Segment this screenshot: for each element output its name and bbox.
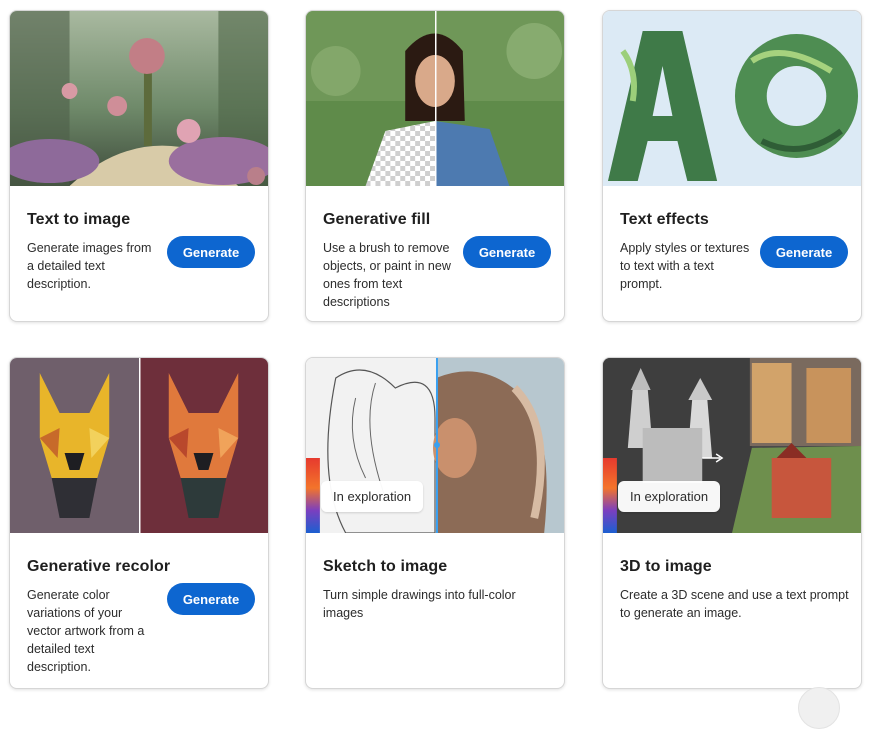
card-description: Generate images from a detailed text des… <box>27 241 152 291</box>
card-description: Generate color variations of your vector… <box>27 588 145 674</box>
card-description: Turn simple drawings into full-color ima… <box>323 588 516 620</box>
card-title: Generative recolor <box>27 558 171 575</box>
generate-button[interactable]: Generate <box>167 583 255 615</box>
card-title: Text to image <box>27 211 131 228</box>
card-generative-recolor[interactable]: Generative recolor Generate color variat… <box>9 357 269 689</box>
generate-button[interactable]: Generate <box>167 236 255 268</box>
generative-recolor-thumbnail[interactable] <box>10 358 268 533</box>
card-sketch-to-image[interactable]: In exploration Sketch to image Turn simp… <box>305 357 565 689</box>
in-exploration-badge: In exploration <box>618 481 721 512</box>
generative-fill-thumbnail[interactable] <box>306 11 564 186</box>
text-to-image-thumbnail[interactable] <box>10 11 268 186</box>
card-title: Sketch to image <box>323 558 448 575</box>
in-exploration-badge: In exploration <box>321 481 424 512</box>
generate-button[interactable]: Generate <box>463 236 551 268</box>
card-description: Apply styles or textures to text with a … <box>620 241 750 291</box>
text-effects-thumbnail[interactable] <box>603 11 861 186</box>
card-description: Use a brush to remove objects, or paint … <box>323 241 451 309</box>
generate-button[interactable]: Generate <box>760 236 848 268</box>
card-title: Generative fill <box>323 211 431 228</box>
card-3d-to-image[interactable]: In exploration 3D to image Create a 3D s… <box>602 357 862 689</box>
card-title: Text effects <box>620 211 709 228</box>
card-text-to-image[interactable]: Text to image Generate images from a det… <box>9 10 269 322</box>
card-text-effects[interactable]: Text effects Apply styles or textures to… <box>602 10 862 322</box>
scroll-indicator <box>798 687 840 729</box>
card-description: Create a 3D scene and use a text prompt … <box>620 588 849 620</box>
card-generative-fill[interactable]: Generative fill Use a brush to remove ob… <box>305 10 565 322</box>
card-title: 3D to image <box>620 558 712 575</box>
